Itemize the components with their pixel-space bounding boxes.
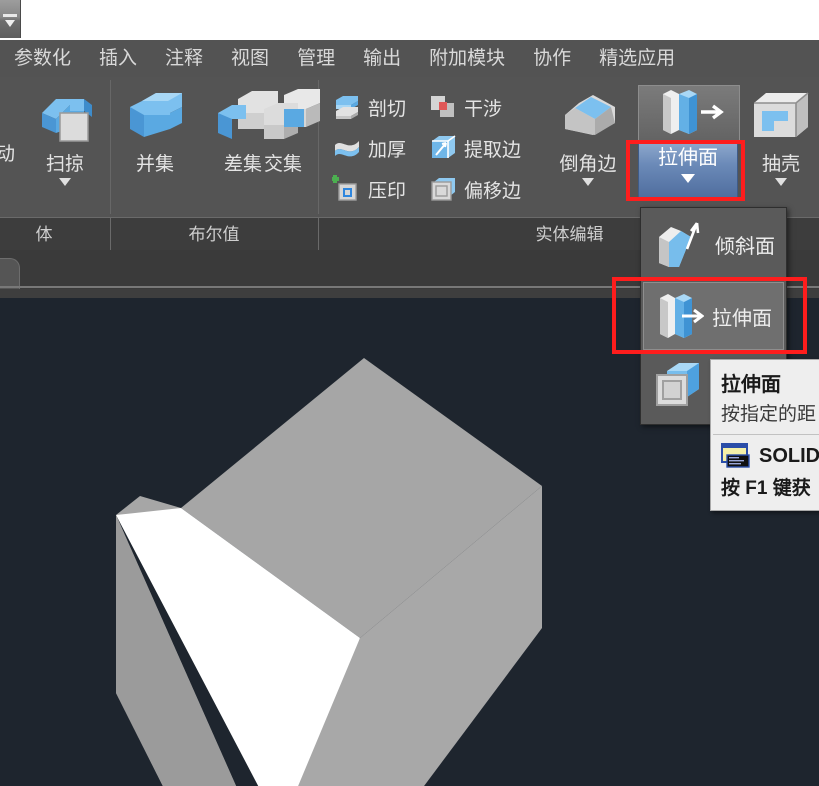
sweep-button[interactable]: 扫掠 xyxy=(22,85,108,186)
ribbon-tab-bar: 参数化 插入 注释 视图 管理 输出 附加模块 协作 精选应用 xyxy=(0,40,819,77)
tab-shitu[interactable]: 视图 xyxy=(217,40,283,77)
menu-item-taper-face-label: 倾斜面 xyxy=(715,235,775,258)
autocad-help-icon xyxy=(721,443,750,468)
tooltip-help-hint: 按 F1 键获 xyxy=(721,478,811,499)
extract-edges-button[interactable]: 提取边 xyxy=(428,131,521,165)
shell-icon xyxy=(754,92,809,137)
chevron-down-icon xyxy=(5,20,15,27)
offset-edge-icon xyxy=(431,178,455,201)
thicken-button[interactable]: 加厚 xyxy=(332,131,406,165)
tab-canshuhua[interactable]: 参数化 xyxy=(0,40,85,77)
panel-label-ti: 体 xyxy=(35,225,53,244)
chevron-down-icon xyxy=(775,178,787,186)
panel-label-divider-1 xyxy=(110,218,111,251)
union-label: 并集 xyxy=(135,154,174,175)
chamfer-edge-icon xyxy=(565,95,615,135)
title-strip xyxy=(0,0,819,40)
imprint-button[interactable]: 压印 xyxy=(332,172,406,206)
chevron-down-icon xyxy=(582,178,594,186)
imprint-label: 压印 xyxy=(368,180,407,202)
panel-label-divider-2 xyxy=(318,218,319,251)
union-icon xyxy=(130,93,182,137)
thicken-icon xyxy=(335,141,359,157)
slice-label: 剖切 xyxy=(368,98,407,120)
union-button[interactable]: 并集 xyxy=(112,85,198,176)
extrude-face-tooltip: 拉伸面 按指定的距 SOLID 按 F1 键获 xyxy=(710,359,819,511)
interfere-button[interactable]: 干涉 xyxy=(428,90,502,124)
intersect-label: 交集 xyxy=(263,154,302,175)
taper-face-icon xyxy=(659,222,700,267)
fillet-edge-label: 倒角边 xyxy=(559,154,617,175)
intersect-button[interactable]: 交集 xyxy=(240,85,326,176)
offset-edge-label: 偏移边 xyxy=(464,180,522,202)
sweep-label: 扫掠 xyxy=(45,154,84,175)
quick-access-dropdown[interactable] xyxy=(0,0,21,38)
tab-guanli[interactable]: 管理 xyxy=(283,40,349,77)
tab-jingxuanyingyong[interactable]: 精选应用 xyxy=(585,40,689,77)
partial-button-label: 动 xyxy=(0,144,16,165)
sweep-icon xyxy=(42,99,92,142)
panel-label-boolean: 布尔值 xyxy=(188,225,240,244)
tab-xiezuo[interactable]: 协作 xyxy=(519,40,585,77)
tab-charu[interactable]: 插入 xyxy=(85,40,151,77)
tooltip-command: SOLID xyxy=(759,444,819,467)
extract-edges-label: 提取边 xyxy=(464,139,522,161)
intersect-icon xyxy=(264,89,320,139)
highlight-extrude-face-ribbon xyxy=(626,140,745,201)
menu-item-taper-face[interactable]: 倾斜面 xyxy=(641,208,786,280)
offset-edge-button[interactable]: 偏移边 xyxy=(428,172,521,206)
extrude-face-icon xyxy=(663,90,724,134)
quick-access-bar-icon xyxy=(3,14,17,17)
thicken-label: 加厚 xyxy=(368,139,407,161)
shell-label: 抽壳 xyxy=(761,154,800,175)
ribbon-tabs: 参数化 插入 注释 视图 管理 输出 附加模块 协作 精选应用 xyxy=(0,40,689,77)
copy-face-icon xyxy=(656,363,699,406)
tab-zhushi[interactable]: 注释 xyxy=(151,40,217,77)
extract-edges-icon xyxy=(432,135,456,158)
tab-fujiamokuai[interactable]: 附加模块 xyxy=(415,40,519,77)
slice-button[interactable]: 剖切 xyxy=(332,90,406,124)
imprint-icon xyxy=(332,175,357,201)
tooltip-description: 按指定的距 xyxy=(721,404,817,425)
interfere-label: 干涉 xyxy=(464,98,503,120)
slice-icon xyxy=(336,96,358,119)
tab-shuchu[interactable]: 输出 xyxy=(349,40,415,77)
tooltip-title: 拉伸面 xyxy=(721,374,781,396)
highlight-extrude-face-menu xyxy=(612,277,807,354)
panel-divider-1 xyxy=(110,80,111,214)
autocad-window: 参数化 插入 注释 视图 管理 输出 附加模块 协作 精选应用 动 扫掠 并集 … xyxy=(0,0,819,786)
interfere-icon xyxy=(431,96,454,117)
shell-button[interactable]: 抽壳 xyxy=(738,85,819,186)
chevron-down-icon xyxy=(59,178,71,186)
tooltip-command-row: SOLID xyxy=(711,435,819,471)
extrude-face-button-icon-area[interactable] xyxy=(638,85,740,142)
fillet-edge-button[interactable]: 倒角边 xyxy=(545,85,631,186)
